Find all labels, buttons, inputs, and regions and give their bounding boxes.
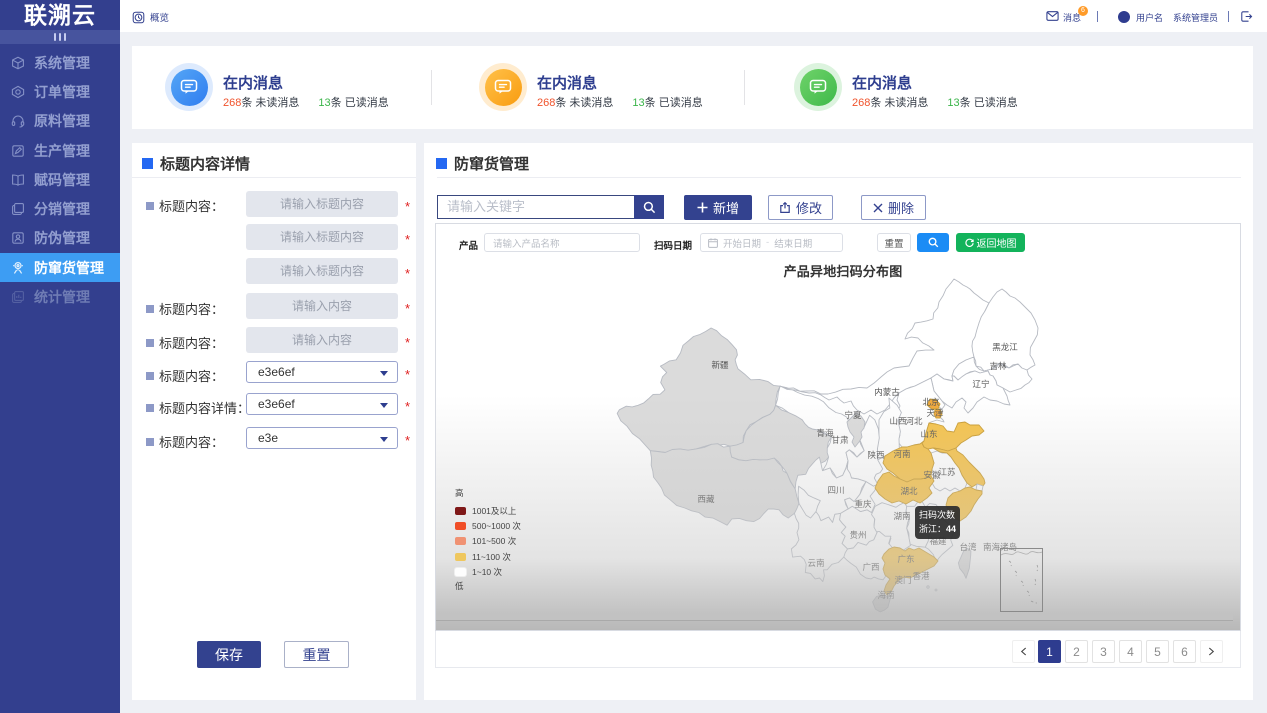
svg-text:香港: 香港	[912, 571, 930, 581]
svg-text:重庆: 重庆	[854, 499, 872, 509]
svg-text:宁夏: 宁夏	[844, 410, 862, 420]
svg-text:西藏: 西藏	[697, 494, 715, 504]
svg-text:黑龙江: 黑龙江	[992, 342, 1018, 352]
svg-text:河南: 河南	[893, 449, 910, 459]
svg-text:贵州: 贵州	[849, 530, 866, 540]
svg-text:辽宁: 辽宁	[972, 379, 989, 389]
svg-text:陕西: 陕西	[867, 450, 884, 460]
svg-text:云南: 云南	[807, 558, 824, 568]
svg-text:湖北: 湖北	[900, 486, 918, 496]
svg-text:山西: 山西	[889, 416, 906, 426]
svg-text:江苏: 江苏	[938, 467, 956, 477]
svg-text:内蒙古: 内蒙古	[874, 387, 900, 397]
svg-text:天津: 天津	[926, 408, 944, 418]
svg-text:广东: 广东	[897, 554, 914, 564]
svg-text:山东: 山东	[920, 429, 937, 439]
svg-text:海南: 海南	[877, 590, 894, 600]
svg-text:四川: 四川	[827, 485, 844, 495]
svg-text:吉林: 吉林	[989, 361, 1007, 371]
svg-text:湖南: 湖南	[893, 511, 910, 521]
svg-text:台湾: 台湾	[959, 542, 977, 552]
svg-text:广西: 广西	[862, 562, 879, 572]
svg-text:北京: 北京	[922, 397, 939, 407]
svg-text:河北: 河北	[905, 416, 923, 426]
svg-text:新疆: 新疆	[711, 360, 729, 370]
svg-text:澳门: 澳门	[894, 575, 911, 585]
svg-text:甘肃: 甘肃	[831, 435, 849, 445]
